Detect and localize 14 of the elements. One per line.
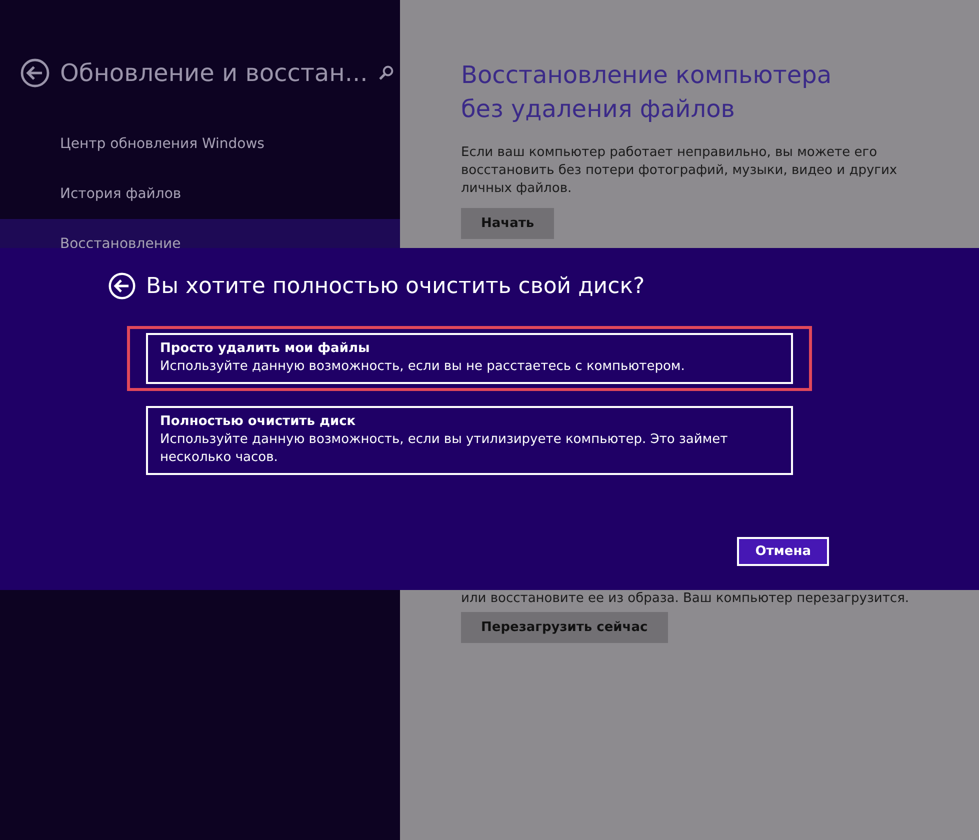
section-description: Если ваш компьютер работает неправильно, вы можете его восстановить без потери фотографий, музыки, видео и других личных файлов. — [461, 144, 898, 198]
back-icon[interactable] — [20, 58, 50, 88]
option-button[interactable]: Полностью очистить диск Используйте данную возможность, если вы утилизируете компьютер. Это займет несколько часов. — [146, 406, 793, 475]
start-button[interactable]: Начать — [461, 208, 554, 239]
sidebar-item[interactable]: Центр обновления Windows — [0, 119, 400, 169]
dialog-title: Вы хотите полностью очистить свой диск? — [146, 274, 645, 298]
option-button[interactable]: Просто удалить мои файлы Используйте данную возможность, если вы не расстаетесь с компьютером. — [146, 333, 793, 384]
section-title: Восстановление компьютера без удаления файлов — [461, 60, 833, 125]
restart-button[interactable]: Перезагрузить сейчас — [461, 612, 668, 643]
sidebar-item[interactable]: История файлов — [0, 169, 400, 219]
cancel-button[interactable]: Отмена — [737, 537, 829, 566]
page-title: Обновление и восстан... — [60, 59, 368, 87]
section-description: или восстановите ее из образа. Ваш компьютер перезагрузится. — [461, 590, 910, 608]
search-icon[interactable] — [378, 65, 394, 81]
